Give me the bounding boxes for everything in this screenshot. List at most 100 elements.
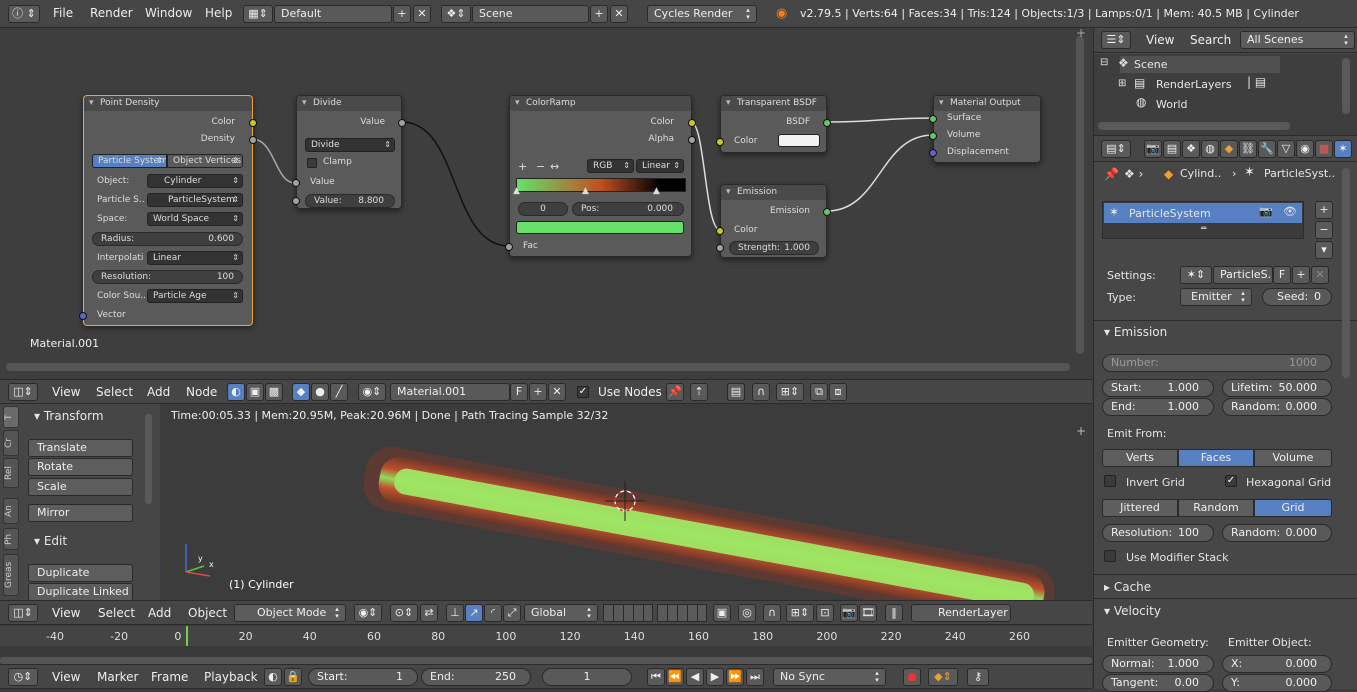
widget-icon[interactable]: ⊥ [446, 604, 464, 622]
remove-psys-icon[interactable]: − [1315, 221, 1333, 239]
editor-type-icon[interactable]: ☰⇕ [1101, 31, 1131, 49]
divide-node[interactable]: Divide Value Divide Clamp Value Value:8.… [292, 95, 406, 209]
dist-jittered-button[interactable]: Jittered [1102, 499, 1178, 517]
editor-type-icon[interactable]: ◫⇕ [8, 604, 38, 622]
add-area-icon[interactable]: + [1076, 26, 1086, 40]
snap-icon[interactable]: ∩ [763, 604, 781, 622]
horizontal-scrollbar[interactable] [6, 363, 1070, 371]
strength-field[interactable]: Strength: 1.000 [729, 241, 819, 255]
snap-target-icon[interactable]: ⊡ [816, 604, 834, 622]
clamp-checkbox[interactable] [307, 158, 317, 168]
menu-marker[interactable]: Marker [97, 670, 138, 684]
layout-add-icon[interactable]: + [393, 5, 411, 23]
manipulator-toggle-icon[interactable]: ⇄ [420, 604, 438, 622]
output-color-socket[interactable] [688, 119, 696, 127]
3d-viewport[interactable]: Time:00:05.33 | Mem:20.95M, Peak:20.96M … [160, 404, 1092, 600]
modifier-stack-checkbox[interactable] [1104, 550, 1116, 562]
flip-ramp-button[interactable]: ↔ [550, 160, 559, 173]
menu-add[interactable]: Add [148, 606, 171, 620]
material-browse-icon[interactable]: ◉⇕ [358, 383, 386, 401]
snap-icon[interactable]: ∩ [752, 383, 770, 401]
particle-list-item-label[interactable]: ParticleSystem [1129, 207, 1211, 220]
record-icon[interactable]: ● [903, 668, 921, 686]
snap-element-icon[interactable]: ⊞⇕ [786, 604, 814, 622]
dist-random-button[interactable]: Random [1178, 499, 1254, 517]
collapse-icon[interactable]: ⊟ [1100, 57, 1108, 68]
pin-icon[interactable]: 📌 [666, 383, 684, 401]
snap-element-icon[interactable]: ⊞⇕ [776, 383, 804, 401]
translate-button[interactable]: Translate [28, 439, 133, 457]
tree-item-world[interactable]: World [1156, 98, 1188, 111]
properties-scrollbar[interactable] [1342, 168, 1350, 378]
modifiers-tab-icon[interactable]: 🔧 [1258, 140, 1276, 158]
jump-keyframe-forward-icon[interactable]: ⏩ [726, 668, 744, 686]
layout-remove-icon[interactable]: ✕ [413, 5, 431, 23]
resize-handle[interactable]: ═ [1201, 224, 1206, 234]
stop-pos-field[interactable]: Pos: 0.000 [572, 202, 684, 216]
interp-dropdown[interactable]: Linear [636, 159, 684, 173]
scale-button[interactable]: Scale [28, 478, 133, 496]
menu-view[interactable]: View [52, 670, 80, 684]
resolution-field[interactable]: Resolution: 100 [92, 270, 243, 284]
render-toggle-icon[interactable]: 📷 [1259, 205, 1273, 218]
menu-search[interactable]: Search [1190, 33, 1231, 47]
dist-grid-button[interactable]: Grid [1254, 499, 1332, 517]
layers-grid-b[interactable] [657, 604, 707, 622]
colorsrc-dropdown[interactable]: Particle Age [147, 289, 243, 303]
scene-tab-icon[interactable]: ❖ [1182, 140, 1200, 158]
stop-index-field[interactable]: 0 [518, 202, 568, 216]
end-frame-field[interactable]: End: 250 [421, 668, 531, 686]
edit-panel-header[interactable]: ▾ Edit [34, 534, 67, 548]
mode-dropdown[interactable]: Object Mode [234, 604, 346, 622]
output-density-socket[interactable] [249, 136, 257, 144]
output-bsdf-socket[interactable] [823, 119, 831, 127]
cache-panel-header[interactable]: ▸ Cache [1104, 580, 1151, 594]
jump-start-icon[interactable]: ⏮ [647, 668, 665, 686]
input-color-socket[interactable] [716, 138, 724, 146]
tool-shelf-scrollbar[interactable] [145, 414, 152, 504]
velocity-panel-header[interactable]: ▾ Velocity [1104, 604, 1161, 618]
keying-set-icon[interactable]: ◆⇕ [928, 668, 958, 686]
psys-menu-icon[interactable]: ▾ [1315, 241, 1333, 259]
transparent-bsdf-node[interactable]: Transparent BSDF BSDF Color [716, 95, 831, 153]
render-layer-field[interactable]: RenderLayer [911, 604, 1011, 622]
proportional-edit-icon[interactable]: ◎ [738, 604, 756, 622]
color-ramp-gradient[interactable] [516, 178, 686, 192]
render-tab-icon[interactable]: 📷 [1144, 140, 1162, 158]
psys-field[interactable]: ParticleSystem [147, 193, 243, 207]
outliner-v-scrollbar[interactable] [1342, 58, 1350, 114]
input-value-socket[interactable] [292, 179, 300, 187]
emission-panel-header[interactable]: ▾ Emission [1104, 325, 1167, 339]
color-swatch[interactable] [778, 134, 820, 147]
fake-user-button[interactable]: F [510, 383, 528, 401]
jump-end-icon[interactable]: ⏭ [746, 668, 764, 686]
seed-field[interactable]: Seed: 0 [1262, 288, 1332, 306]
tab-particle-system[interactable]: Particle System [92, 154, 167, 168]
object-field[interactable]: Cylinder [147, 174, 243, 188]
tab-physics[interactable]: Ph [3, 528, 19, 550]
world-shader-icon[interactable]: ● [311, 383, 329, 401]
display-mode-dropdown[interactable]: All Scenes [1240, 31, 1355, 49]
input-strength-socket[interactable] [716, 244, 724, 252]
lifetime-field[interactable]: Lifetim: 50.000 [1222, 379, 1332, 397]
invert-grid-checkbox[interactable] [1104, 475, 1116, 487]
particle-system-list[interactable]: ✶ ParticleSystem 📷 👁 ═ [1102, 201, 1304, 239]
output-value-socket[interactable] [398, 119, 406, 127]
menu-view[interactable]: View [52, 606, 80, 620]
menu-render[interactable]: Render [90, 6, 133, 20]
scene-field[interactable]: Scene [472, 5, 589, 23]
add-stop-button[interactable]: + [518, 160, 527, 173]
sync-dropdown[interactable]: No Sync [773, 668, 886, 686]
object-x-field[interactable]: X: 0.000 [1222, 655, 1332, 673]
render-engine-dropdown[interactable]: Cycles Render [647, 5, 757, 23]
input-value2-socket[interactable] [292, 197, 300, 205]
menu-window[interactable]: Window [145, 6, 192, 20]
particles-tab-icon[interactable]: ✶ [1334, 140, 1352, 158]
current-frame-field[interactable]: 1 [542, 668, 632, 686]
settings-fake-user[interactable]: F [1273, 266, 1291, 284]
object-shader-icon[interactable]: ◆ [292, 383, 310, 401]
hex-grid-checkbox[interactable]: ✓ [1225, 475, 1237, 487]
material-tab-icon[interactable]: ◉ [1296, 140, 1314, 158]
linestyle-icon[interactable]: ╱ [330, 383, 348, 401]
scene-icon[interactable]: ❖⇕ [441, 5, 471, 23]
